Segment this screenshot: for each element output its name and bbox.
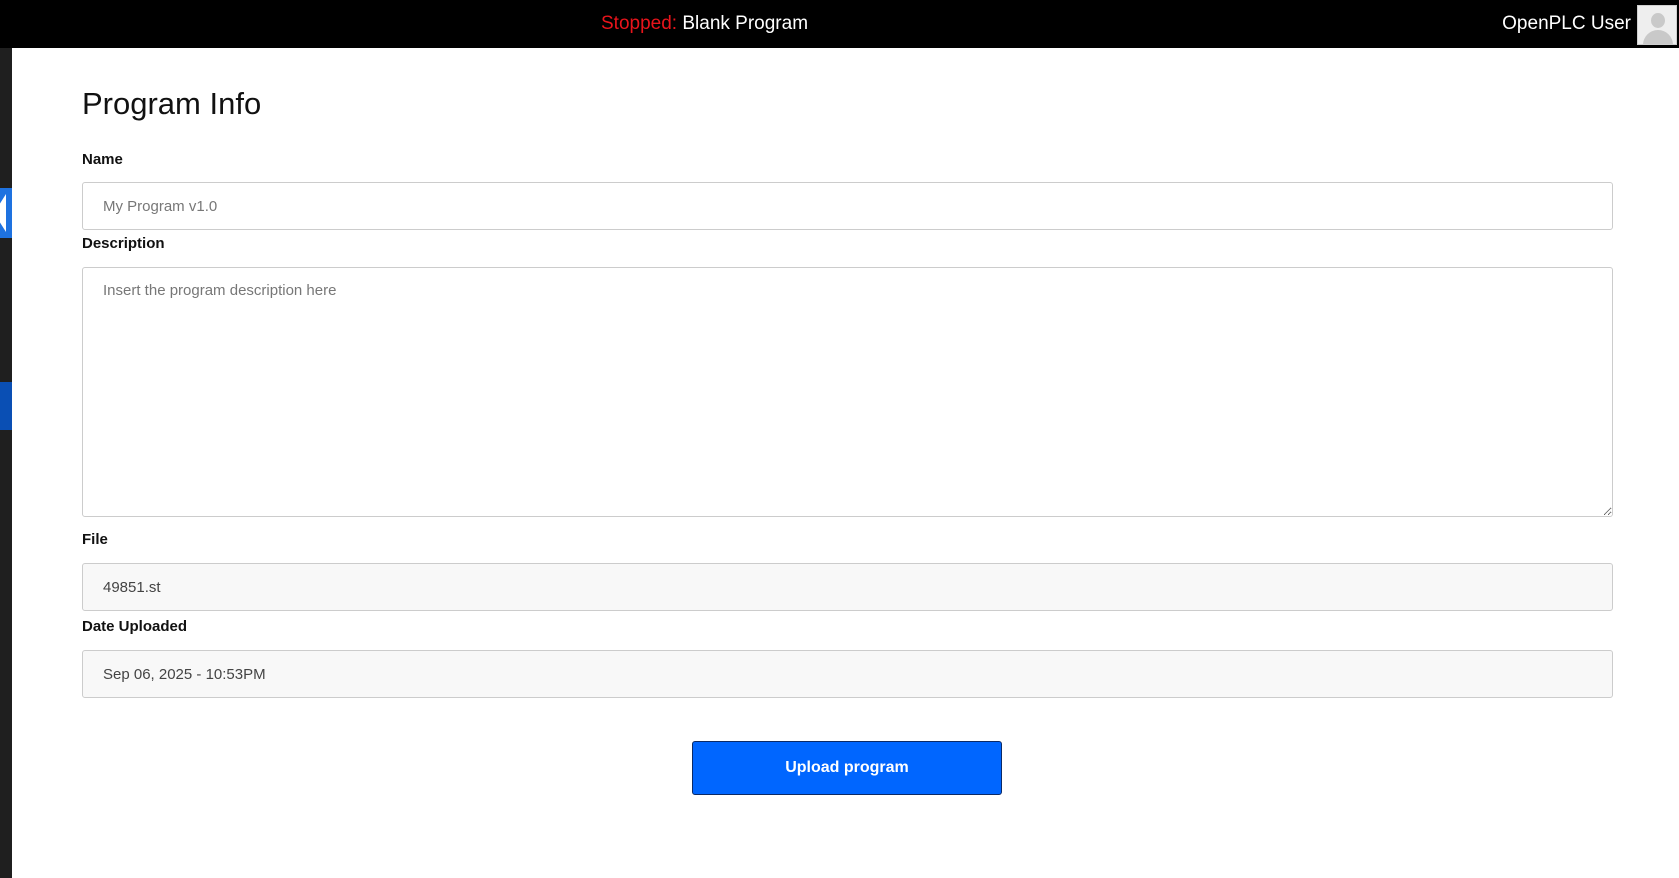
program-description-textarea[interactable] [82,267,1613,517]
page-title: Program Info [82,86,262,121]
name-label: Name [82,151,123,168]
runtime-status: Stopped: Blank Program [601,13,808,35]
date-uploaded-field [82,650,1613,698]
program-name-input[interactable] [82,182,1613,230]
status-label: Stopped: [601,13,678,34]
program-name: Blank Program [682,13,809,34]
description-label: Description [82,235,165,252]
avatar-body [1643,30,1673,44]
file-field [82,563,1613,611]
sidebar-active-item[interactable] [0,382,12,430]
file-label: File [82,531,108,548]
sidebar [0,48,12,878]
date-uploaded-label: Date Uploaded [82,618,188,635]
avatar-head [1651,13,1665,28]
chevron-left-icon [0,194,6,232]
sidebar-toggle-button[interactable] [0,188,12,238]
user-avatar-icon[interactable] [1637,5,1677,45]
user-name: OpenPLC User [1502,13,1631,34]
user-menu[interactable]: OpenPLC User [1502,0,1679,48]
upload-program-button[interactable]: Upload program [692,741,1002,795]
top-bar: Stopped: Blank Program OpenPLC User [0,0,1679,48]
